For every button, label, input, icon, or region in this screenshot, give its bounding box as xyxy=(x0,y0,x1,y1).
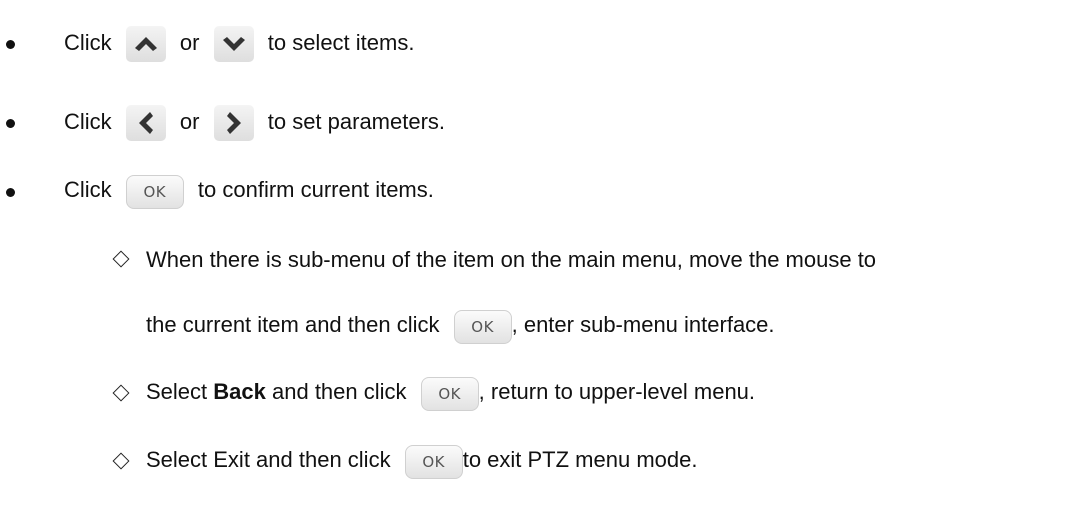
ok-button-icon: OK xyxy=(404,445,463,479)
right-arrow-icon xyxy=(213,105,254,141)
ok-button-icon: OK xyxy=(453,310,512,344)
sub-item-text: When there is sub-menu of the item on th… xyxy=(146,247,877,272)
instruction-text: Click xyxy=(64,29,112,55)
instruction-row: the current item and then click OK, ente… xyxy=(146,310,775,344)
up-arrow-icon xyxy=(125,26,166,62)
instruction-text: to confirm current items. xyxy=(197,177,434,202)
ok-button-icon: OK xyxy=(420,377,479,411)
diamond-bullet-icon xyxy=(112,250,130,268)
back-label: Back xyxy=(213,379,266,404)
down-arrow-icon xyxy=(213,26,254,62)
instruction-text: Select Exit and then click xyxy=(146,447,391,472)
instruction-text: and then click xyxy=(272,379,407,404)
instruction-text: the current item and then click xyxy=(146,312,440,337)
left-arrow-icon xyxy=(125,105,166,141)
instruction-row: Select Exit and then click OK to exit PTZ… xyxy=(146,445,697,479)
instruction-text: Click xyxy=(64,177,112,202)
instruction-text: to set parameters. xyxy=(267,108,446,134)
diamond-bullet-icon xyxy=(112,452,130,470)
instruction-text: to exit PTZ menu mode. xyxy=(462,447,698,472)
instruction-text: , return to upper-level menu. xyxy=(478,379,756,404)
ok-button-icon: OK xyxy=(125,175,184,209)
instruction-text: , enter sub-menu interface. xyxy=(511,312,775,337)
instruction-row: Select Back and then click OK, return to… xyxy=(146,377,755,411)
bullet-dot xyxy=(6,119,15,128)
instruction-row: Click or to select items. xyxy=(64,26,414,62)
instruction-text: to select items. xyxy=(267,29,415,55)
instruction-row: Click OK to confirm current items. xyxy=(64,175,434,209)
instruction-row: Click or to set parameters. xyxy=(64,105,445,141)
diamond-bullet-icon xyxy=(112,384,130,402)
bullet-dot xyxy=(6,188,15,197)
instruction-text: Click xyxy=(64,108,112,134)
instruction-text: Select xyxy=(146,379,208,404)
bullet-dot xyxy=(6,40,15,49)
instruction-text: or xyxy=(179,29,200,55)
instruction-text: or xyxy=(179,108,200,134)
